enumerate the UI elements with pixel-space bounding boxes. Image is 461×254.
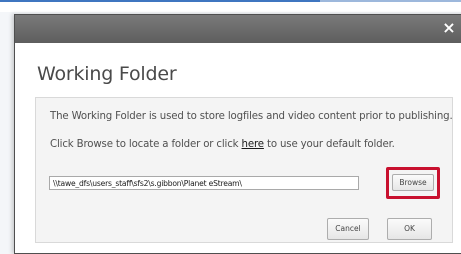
dialog-title: Working Folder [37,63,177,85]
description-text: The Working Folder is used to store logf… [50,111,453,122]
browse-button[interactable]: Browse [392,174,434,191]
window-accent-line-right [320,0,461,2]
working-folder-dialog: × Working Folder The Working Folder is u… [14,14,461,254]
instruction-prefix: Click Browse to locate a folder or click [50,139,242,150]
ok-button[interactable]: OK [387,218,432,240]
folder-path-input[interactable] [49,176,359,190]
dialog-content-panel: The Working Folder is used to store logf… [35,97,453,243]
instruction-text: Click Browse to locate a folder or click… [50,139,450,150]
close-icon[interactable]: × [439,18,459,38]
default-folder-link[interactable]: here [242,139,265,150]
cancel-button[interactable]: Cancel [327,218,369,240]
instruction-suffix: to use your default folder. [263,139,395,150]
dialog-titlebar: × [15,15,461,43]
